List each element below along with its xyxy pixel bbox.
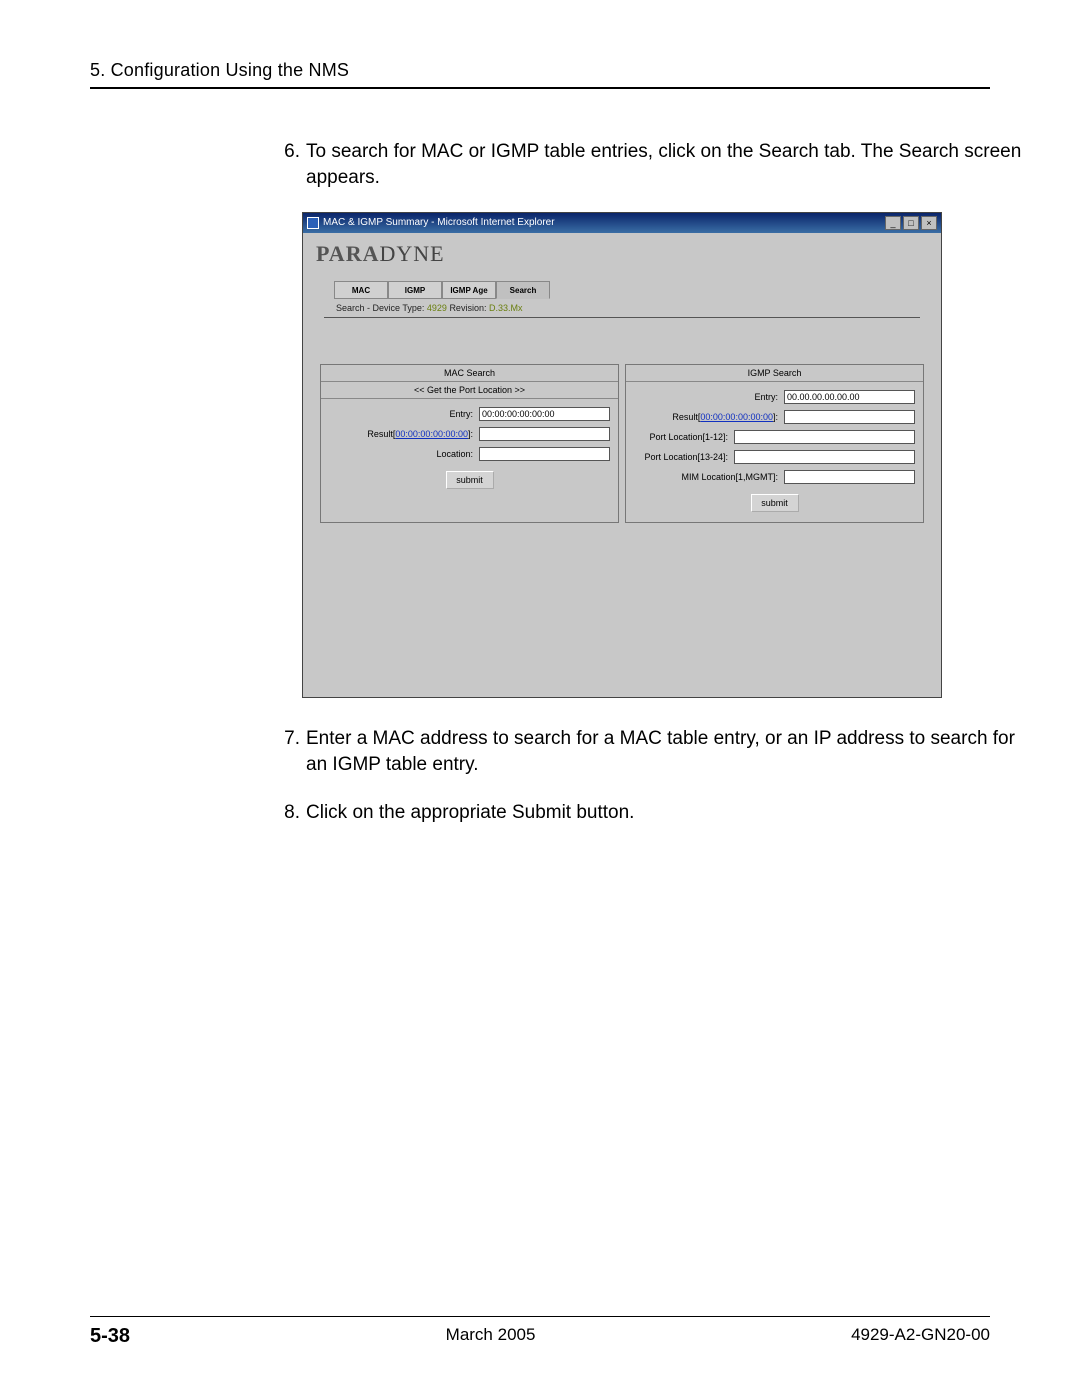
tab-search[interactable]: Search [496,281,550,299]
page-number: 5-38 [90,1325,130,1348]
mac-location-input[interactable] [479,447,610,461]
paradyne-logo: PARADYNE [306,233,938,275]
embedded-screenshot: MAC & IGMP Summary - Microsoft Internet … [302,212,942,698]
igmp-submit-button[interactable]: submit [751,494,799,512]
igmp-port2-input[interactable] [734,450,915,464]
header-rule [90,87,990,89]
step-number: 8. [280,800,306,826]
mac-result-label: Result[00:00:00:00:00:00]: [329,429,479,439]
running-header: 5. Configuration Using the NMS [90,60,990,81]
igmp-entry-input[interactable]: 00.00.00.00.00.00 [784,390,915,404]
igmp-result-label: Result[00:00:00:00:00:00]: [634,412,784,422]
mac-location-label: Location: [329,449,479,459]
igmp-result-link[interactable]: 00:00:00:00:00:00 [700,412,773,422]
footer-rule [90,1316,990,1317]
tab-strip: MAC IGMP IGMP Age Search [334,281,938,299]
igmp-mim-input[interactable] [784,470,915,484]
igmp-port1-input[interactable] [734,430,915,444]
minimize-button[interactable]: _ [885,216,901,230]
maximize-button[interactable]: □ [903,216,919,230]
footer-date: March 2005 [446,1325,536,1348]
igmp-panel-title: IGMP Search [626,365,923,382]
window-titlebar: MAC & IGMP Summary - Microsoft Internet … [303,213,941,233]
tab-igmp[interactable]: IGMP [388,281,442,299]
tab-mac[interactable]: MAC [334,281,388,299]
tab-igmp-age[interactable]: IGMP Age [442,281,496,299]
igmp-entry-label: Entry: [634,392,784,402]
ie-icon [307,217,319,229]
step-text: To search for MAC or IGMP table entries,… [306,139,1030,190]
mac-result-link[interactable]: 00:00:00:00:00:00 [395,429,468,439]
igmp-result-input[interactable] [784,410,915,424]
mac-panel-title: MAC Search [321,365,618,382]
step-text: Click on the appropriate Submit button. [306,800,1030,826]
mac-entry-input[interactable]: 00:00:00:00:00:00 [479,407,610,421]
footer-docid: 4929-A2-GN20-00 [851,1325,990,1348]
mac-panel-subtitle: << Get the Port Location >> [321,382,618,399]
page-footer: 5-38 March 2005 4929-A2-GN20-00 [90,1316,990,1348]
mac-result-input[interactable] [479,427,610,441]
step-number: 7. [280,726,306,777]
close-button[interactable]: × [921,216,937,230]
step-7: 7. Enter a MAC address to search for a M… [280,726,1030,777]
igmp-mim-label: MIM Location[1,MGMT]: [634,472,784,482]
step-number: 6. [280,139,306,190]
window-title: MAC & IGMP Summary - Microsoft Internet … [323,213,555,233]
mac-entry-label: Entry: [329,409,479,419]
step-8: 8. Click on the appropriate Submit butto… [280,800,1030,826]
igmp-search-panel: IGMP Search Entry: 00.00.00.00.00.00 Res… [625,364,924,523]
step-text: Enter a MAC address to search for a MAC … [306,726,1030,777]
content-rule [324,317,920,318]
mac-search-panel: MAC Search << Get the Port Location >> E… [320,364,619,523]
breadcrumb: Search - Device Type: 4929 Revision: D.3… [336,303,938,313]
mac-submit-button[interactable]: submit [446,471,494,489]
igmp-port1-label: Port Location[1-12]: [634,432,734,442]
igmp-port2-label: Port Location[13-24]: [634,452,734,462]
step-6: 6. To search for MAC or IGMP table entri… [280,139,1030,190]
